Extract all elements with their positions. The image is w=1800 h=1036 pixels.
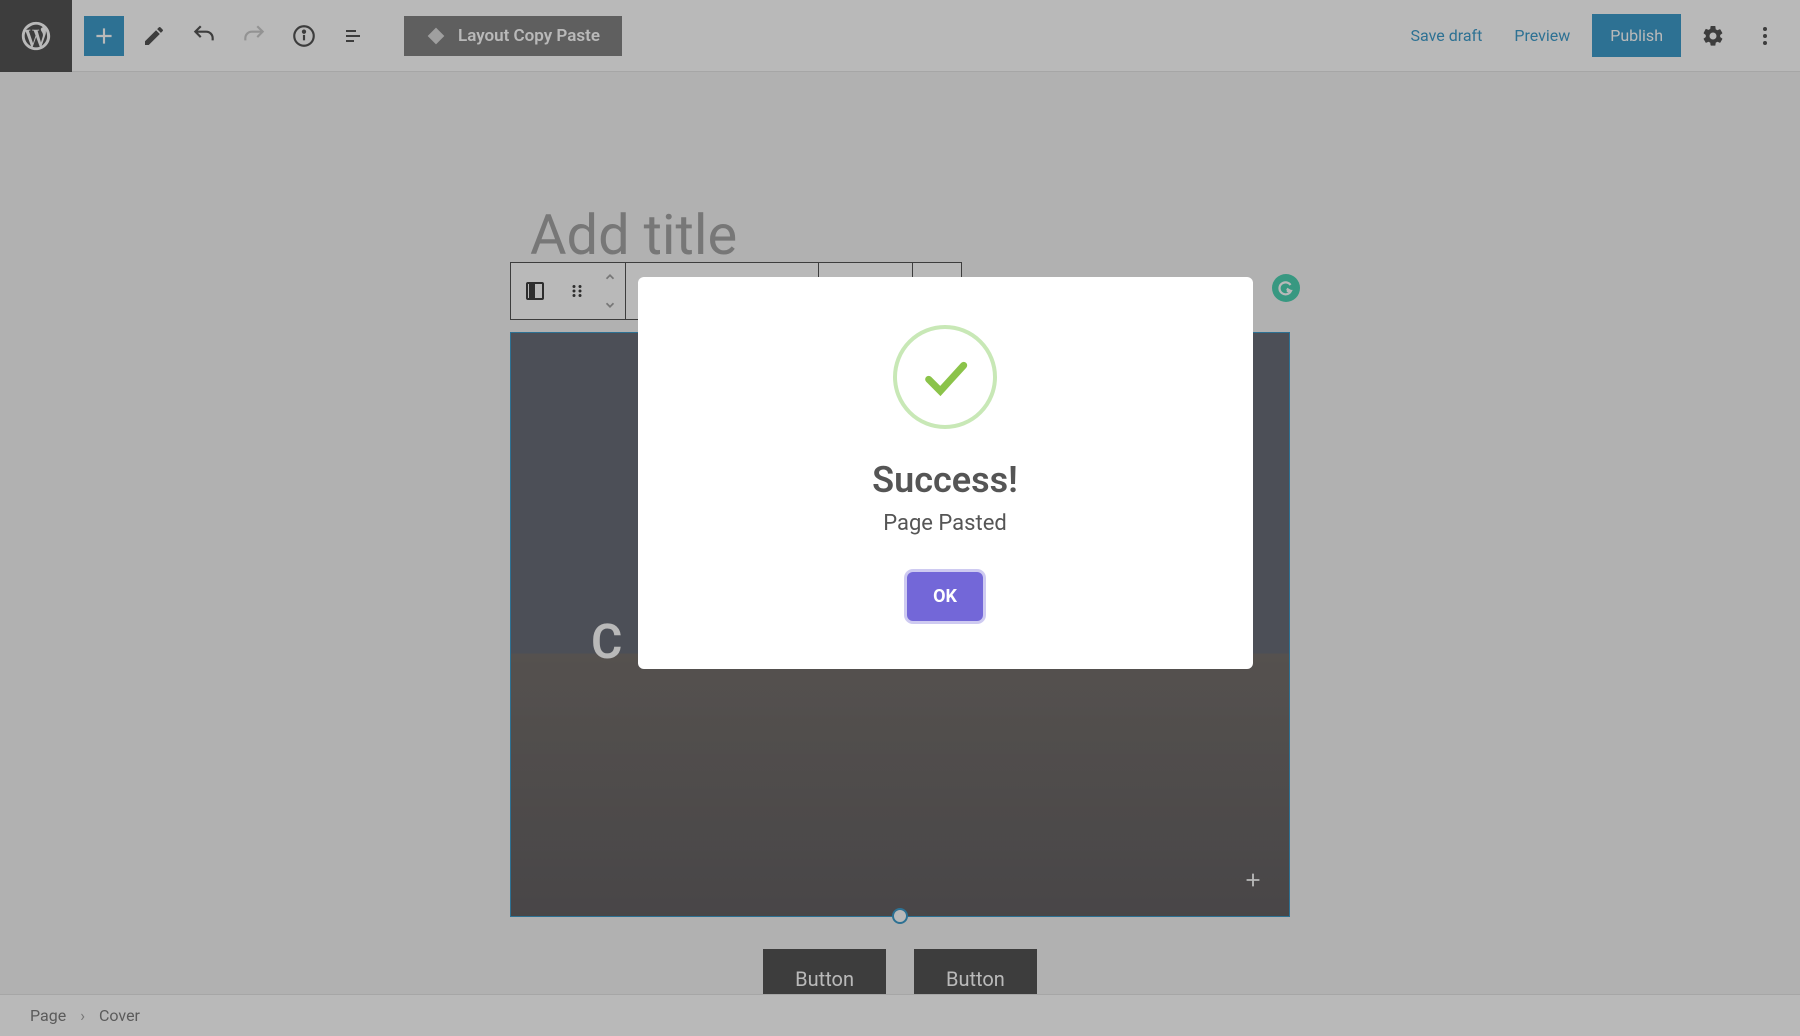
modal-overlay[interactable]: Success! Page Pasted OK — [0, 0, 1800, 1036]
success-modal: Success! Page Pasted OK — [638, 277, 1253, 669]
modal-message: Page Pasted — [883, 511, 1007, 536]
checkmark-icon — [917, 349, 973, 405]
success-icon-circle — [893, 325, 997, 429]
modal-ok-button[interactable]: OK — [907, 572, 983, 621]
modal-title: Success! — [872, 459, 1018, 501]
